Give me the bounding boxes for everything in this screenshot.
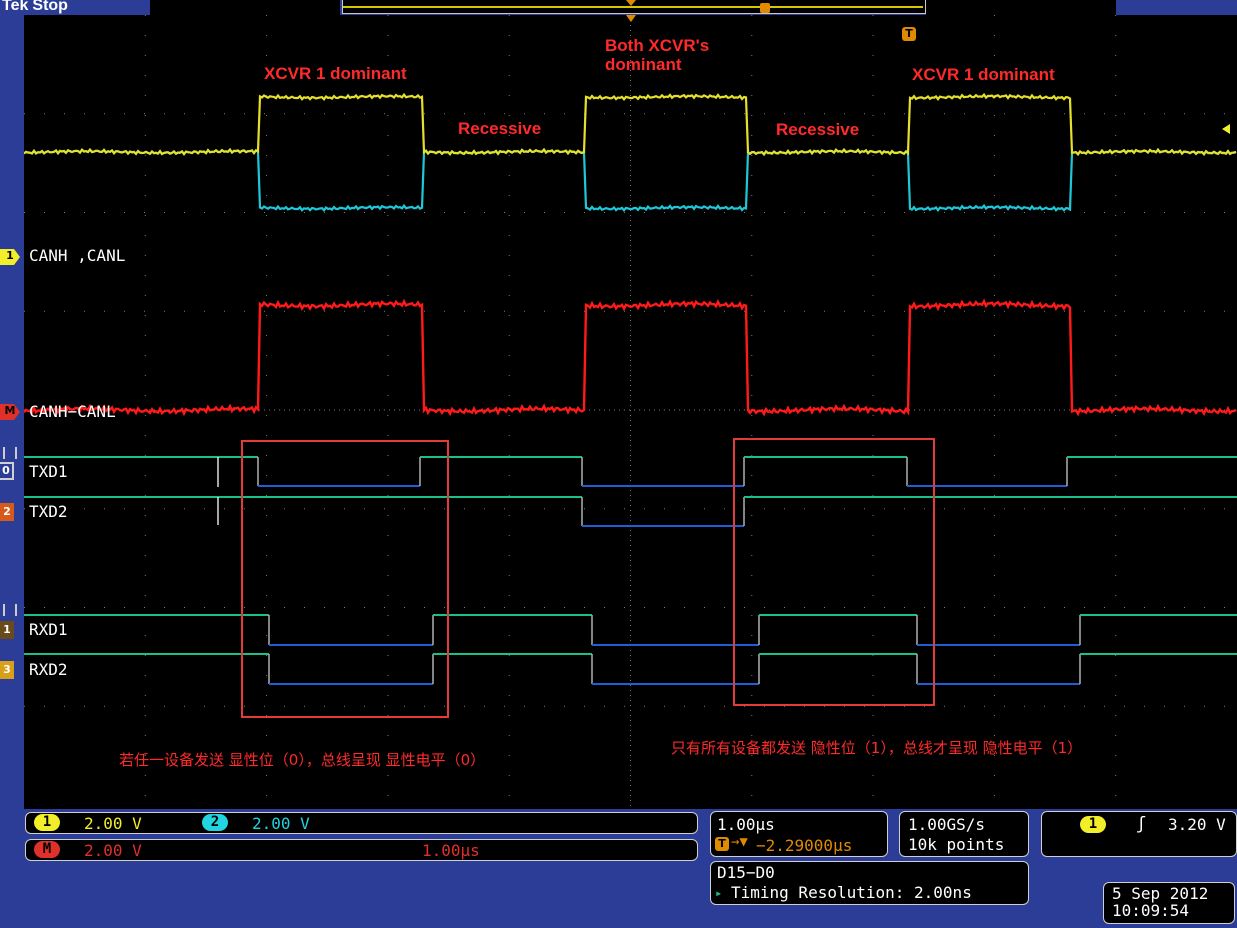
waveform-svg	[24, 15, 1237, 809]
d1-marker-icon[interactable]: 1	[0, 621, 14, 639]
brand-logo: Tek	[2, 0, 29, 14]
canl-trace	[24, 147, 1237, 213]
math-marker-icon[interactable]: M	[0, 404, 20, 420]
brand-status: Tek Stop	[2, 0, 68, 15]
timing-resolution: Timing Resolution: 2.00ns	[731, 883, 972, 902]
channel-label-txd1: TXD1	[29, 462, 68, 481]
trigger-level-arrow-icon	[1222, 124, 1230, 134]
record-trigger-marker-icon	[760, 3, 770, 13]
ch2-scale: 2.00 V	[252, 814, 310, 833]
top-black-right	[926, 0, 1116, 15]
trigger-source-badge: 1	[1080, 816, 1106, 833]
trigger-t-icon: T	[715, 837, 729, 851]
d3-marker-icon[interactable]: 3	[0, 661, 14, 679]
acquisition-panel[interactable]: 1.00GS/s 10k points	[899, 811, 1029, 857]
digital-panel[interactable]: D15−D0 ▸ Timing Resolution: 2.00ns	[710, 861, 1029, 905]
channel-label-rxd2: RXD2	[29, 660, 68, 679]
sample-rate: 1.00GS/s	[908, 815, 986, 834]
timebase: 1.00μs	[717, 815, 775, 834]
highlight-box-right	[733, 438, 935, 706]
channel-label-math: CANH−CANL	[29, 402, 116, 421]
waveform-display[interactable]: XCVR 1 dominant Recessive Both XCVR's do…	[24, 15, 1237, 809]
math-badge: M	[34, 841, 60, 858]
digital-group-icon-top	[3, 447, 17, 459]
digital-group-icon-bottom	[3, 604, 17, 616]
time: 10:09:54	[1112, 901, 1190, 920]
trigger-position-t-icon: T	[902, 27, 916, 41]
ch1-marker-icon[interactable]: 1	[0, 249, 20, 265]
trigger-panel[interactable]: 1 ʃ 3.20 V	[1041, 811, 1237, 857]
channel-label-canh-canl: CANH ,CANL	[29, 246, 126, 265]
annotation-xcvr1-dominant-left: XCVR 1 dominant	[264, 64, 407, 83]
expansion-point-icon	[626, 15, 636, 22]
date: 5 Sep 2012	[1112, 884, 1209, 903]
acquisition-status: Stop	[32, 0, 68, 14]
trigger-position: −2.29000μs	[756, 836, 853, 855]
ch1-badge: 1	[34, 814, 60, 831]
ch1-scale: 2.00 V	[84, 814, 142, 833]
vertical-scale-panel[interactable]: 1 2.00 V 2 2.00 V	[25, 812, 698, 834]
annotation-xcvr1-dominant-right: XCVR 1 dominant	[912, 65, 1055, 84]
math-trace	[24, 298, 1237, 417]
math-scale-panel[interactable]: M 2.00 V 1.00μs	[25, 839, 698, 861]
highlight-box-left	[241, 440, 449, 718]
annotation-note-right: 只有所有设备都发送 隐性位（1），总线才呈现 隐性电平（1）	[671, 739, 1083, 757]
math-time: 1.00μs	[422, 841, 480, 860]
d0-marker-icon[interactable]: 0	[0, 462, 14, 480]
annotation-note-left: 若任一设备发送 显性位（0），总线呈现 显性电平（0）	[119, 751, 486, 769]
view-center-marker-icon	[626, 0, 636, 6]
d2-marker-icon[interactable]: 2	[0, 503, 14, 521]
horizontal-panel[interactable]: 1.00μs T →▼ −2.29000μs	[710, 811, 888, 857]
arrow-icon: →▼	[731, 834, 748, 850]
record-view-line	[343, 6, 923, 8]
top-black-left	[150, 0, 340, 15]
annotation-both-dominant: Both XCVR's dominant	[605, 36, 710, 74]
trigger-level: 3.20 V	[1168, 815, 1226, 834]
timing-icon: ▸	[715, 886, 723, 900]
channel-label-rxd1: RXD1	[29, 620, 68, 639]
record-length: 10k points	[908, 835, 1005, 854]
ch2-badge: 2	[202, 814, 228, 831]
digital-channels: D15−D0	[717, 863, 775, 882]
channel-label-txd2: TXD2	[29, 502, 68, 521]
annotation-recessive-left: Recessive	[458, 119, 542, 138]
annotation-recessive-right: Recessive	[776, 120, 860, 139]
math-scale: 2.00 V	[84, 841, 142, 860]
rising-edge-icon: ʃ	[1136, 814, 1147, 834]
timestamp-panel: 5 Sep 2012 10:09:54	[1103, 882, 1235, 924]
